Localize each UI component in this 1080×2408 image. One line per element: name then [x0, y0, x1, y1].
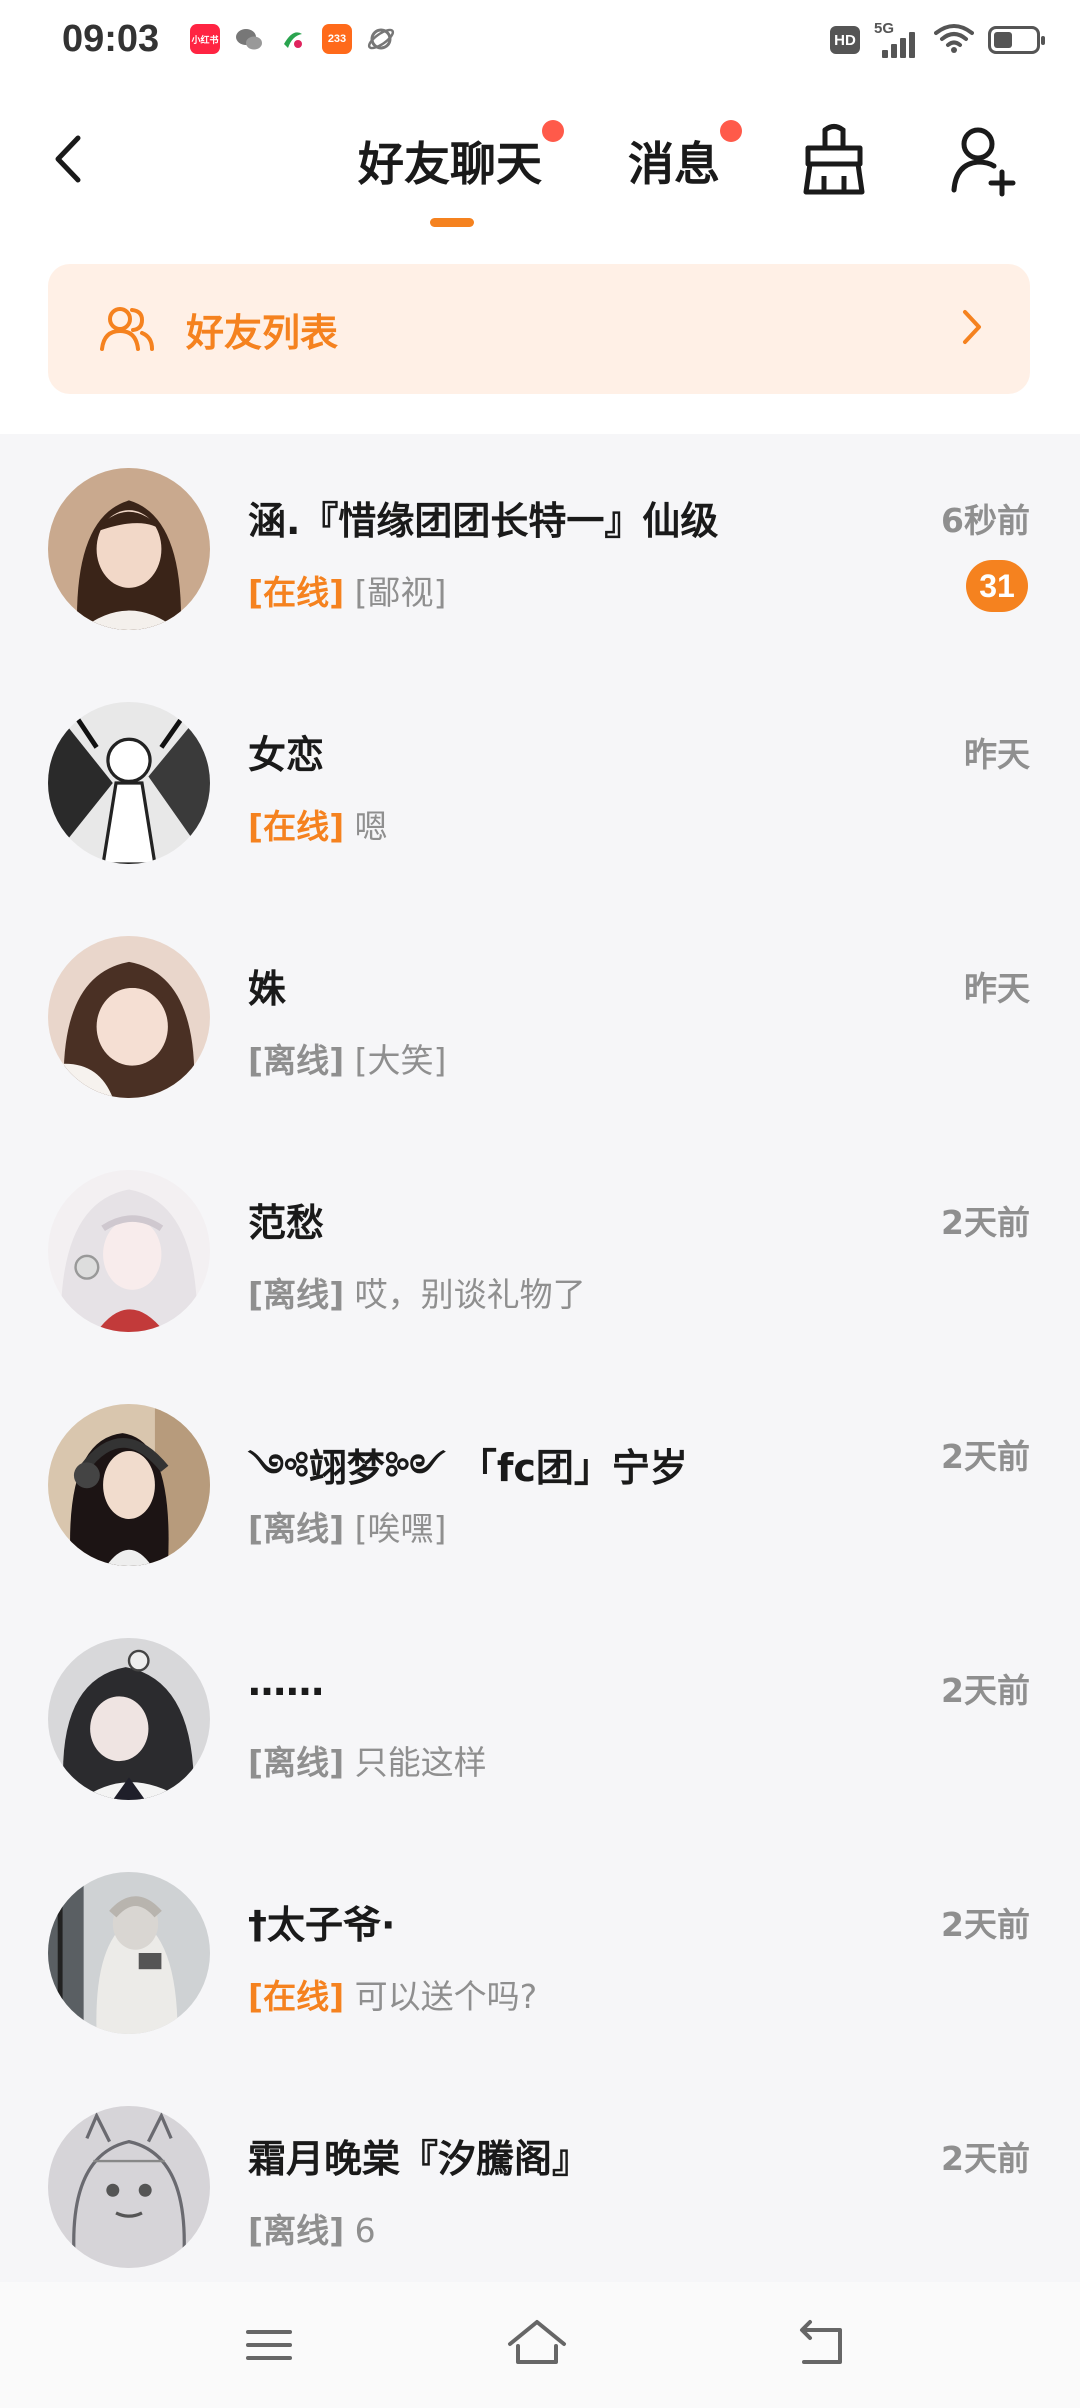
- china-mobile-app-icon: [278, 24, 308, 54]
- hd-badge: HD: [830, 26, 860, 54]
- chat-list: 涵.『惜缘团团长特一』仙级 [在线] [鄙视] 6秒前 31 女恋 [在线] 嗯…: [0, 434, 1080, 2306]
- broom-icon: [803, 124, 865, 195]
- last-message: [唉嘿]: [354, 1509, 447, 1548]
- last-message: [鄙视]: [354, 573, 447, 612]
- chat-row[interactable]: ༺翊梦༻ 「fc团」宁岁 [离线] [唉嘿] 2天前: [0, 1370, 1080, 1604]
- tab-messages[interactable]: 消息: [628, 120, 742, 194]
- offline-status: [离线]: [248, 1509, 345, 1548]
- chat-row[interactable]: …… [离线] 只能这样 2天前: [0, 1604, 1080, 1838]
- back-icon: [800, 2320, 842, 2364]
- offline-status: [离线]: [248, 2211, 345, 2250]
- offline-status: [离线]: [248, 1275, 345, 1314]
- avatar[interactable]: [48, 1170, 210, 1332]
- 233-app-icon: 233: [322, 24, 352, 54]
- message-preview: [在线] [鄙视]: [248, 566, 446, 614]
- notification-dot: [720, 120, 742, 142]
- chevron-right-icon: [963, 310, 981, 344]
- avatar[interactable]: [48, 2106, 210, 2268]
- message-preview: [离线] 哎，别谈礼物了: [248, 1268, 586, 1316]
- recent-apps-button[interactable]: [234, 2312, 304, 2378]
- message-preview: [离线] 只能这样: [248, 1736, 487, 1784]
- message-time: 2天前: [941, 1203, 1030, 1242]
- back-arrow-icon: [55, 135, 81, 183]
- tab-messages-label: 消息: [628, 137, 720, 191]
- notification-dot: [542, 120, 564, 142]
- menu-icon: [246, 2330, 292, 2360]
- tab-friend-chat[interactable]: 好友聊天: [358, 120, 564, 194]
- add-friend-icon: [951, 127, 1016, 197]
- friend-list-button[interactable]: 好友列表: [48, 264, 1030, 394]
- last-message: [大笑]: [354, 1041, 447, 1080]
- xiaohongshu-app-icon: 小红书: [190, 24, 220, 54]
- chat-row[interactable]: 女恋 [在线] 嗯 昨天: [0, 668, 1080, 902]
- avatar[interactable]: [48, 1638, 210, 1800]
- back-button[interactable]: [48, 124, 98, 194]
- network-type: 5G: [874, 20, 895, 37]
- last-message: 只能这样: [354, 1743, 487, 1782]
- contact-name: 范愁: [248, 1201, 325, 1245]
- wifi-icon: [934, 22, 974, 58]
- contact-name: †太子爷·: [248, 1903, 396, 1947]
- last-message: 可以送个吗?: [354, 1977, 538, 2016]
- active-tab-indicator: [430, 218, 474, 227]
- friend-list-label: 好友列表: [186, 310, 339, 355]
- chat-row[interactable]: 范愁 [离线] 哎，别谈礼物了 2天前: [0, 1136, 1080, 1370]
- system-nav-bar: [0, 2282, 1080, 2408]
- chat-row[interactable]: 姝 [离线] [大笑] 昨天: [0, 902, 1080, 1136]
- clear-unread-button[interactable]: [798, 120, 870, 200]
- message-preview: [离线] 6: [248, 2204, 376, 2252]
- battery-icon: [988, 26, 1045, 54]
- last-message: 哎，别谈礼物了: [354, 1275, 586, 1314]
- contact-name: ……: [248, 1660, 324, 1704]
- avatar[interactable]: [48, 936, 210, 1098]
- contact-name: 女恋: [248, 733, 325, 777]
- message-preview: [在线] 嗯: [248, 800, 388, 848]
- avatar[interactable]: [48, 1404, 210, 1566]
- message-preview: [离线] [唉嘿]: [248, 1502, 446, 1550]
- message-time: 2天前: [941, 1671, 1030, 1710]
- unread-count-badge: 31: [966, 560, 1028, 612]
- system-back-button[interactable]: [790, 2312, 860, 2378]
- add-friend-button[interactable]: [948, 120, 1020, 200]
- home-button[interactable]: [502, 2312, 572, 2378]
- contact-name: 涵.『惜缘团团长特一』仙级: [248, 499, 719, 543]
- contact-name: 霜月晚棠『汐騰阁』: [248, 2137, 591, 2181]
- top-header: 好友聊天 消息: [0, 84, 1080, 234]
- friends-icon: [100, 307, 154, 351]
- message-time: 2天前: [941, 1905, 1030, 1944]
- message-time: 6秒前: [941, 501, 1030, 540]
- wechat-app-icon: [234, 24, 264, 54]
- online-status: [在线]: [248, 573, 345, 612]
- offline-status: [离线]: [248, 1041, 345, 1080]
- home-icon: [508, 2320, 566, 2364]
- status-time: 09:03: [62, 18, 160, 60]
- status-app-icons: 小红书 233: [190, 24, 396, 54]
- online-status: [在线]: [248, 1977, 345, 2016]
- offline-status: [离线]: [248, 1743, 345, 1782]
- message-preview: [在线] 可以送个吗?: [248, 1970, 537, 2018]
- last-message: 6: [354, 2211, 376, 2250]
- chat-row[interactable]: 霜月晚棠『汐騰阁』 [离线] 6 2天前: [0, 2072, 1080, 2306]
- avatar[interactable]: [48, 702, 210, 864]
- message-preview: [离线] [大笑]: [248, 1034, 446, 1082]
- chat-row[interactable]: †太子爷· [在线] 可以送个吗? 2天前: [0, 1838, 1080, 2072]
- message-time: 2天前: [941, 1437, 1030, 1476]
- last-message: 嗯: [354, 807, 388, 846]
- chat-row[interactable]: 涵.『惜缘团团长特一』仙级 [在线] [鄙视] 6秒前 31: [0, 434, 1080, 668]
- status-indicators: HD 5G: [830, 20, 1045, 58]
- status-bar: 09:03 小红书 233 HD 5G: [0, 0, 1080, 84]
- contact-name: 姝: [248, 967, 287, 1011]
- planet-app-icon: [366, 24, 396, 54]
- message-time: 昨天: [964, 969, 1030, 1008]
- tab-friend-chat-label: 好友聊天: [358, 137, 542, 191]
- message-time: 2天前: [941, 2139, 1030, 2178]
- avatar[interactable]: [48, 1872, 210, 2034]
- message-time: 昨天: [964, 735, 1030, 774]
- avatar[interactable]: [48, 468, 210, 630]
- cellular-signal-icon: 5G: [874, 20, 920, 58]
- online-status: [在线]: [248, 807, 345, 846]
- friend-list-section: 好友列表: [0, 234, 1080, 434]
